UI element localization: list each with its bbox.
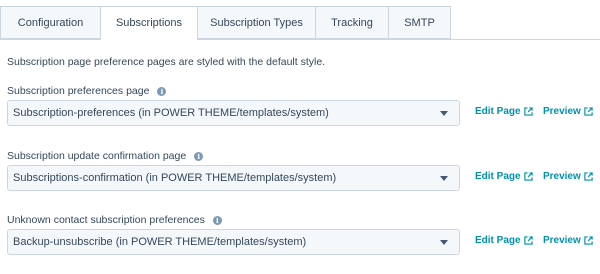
field-label-text: Subscription update confirmation page (7, 150, 187, 162)
external-link-icon (523, 236, 533, 245)
edit-page-link[interactable]: Edit Page (475, 106, 533, 117)
field-label: Subscription update confirmation page i (7, 150, 204, 162)
field-subscription-update-confirmation: Subscription update confirmation page i … (7, 150, 600, 210)
preview-label: Preview (543, 106, 581, 117)
field-label: Subscription preferences page i (7, 85, 167, 97)
external-link-icon (584, 236, 593, 245)
external-link-icon (523, 107, 533, 116)
external-link-icon (584, 172, 593, 181)
caret-down-icon (440, 239, 448, 245)
tab-subscription-types[interactable]: Subscription Types (197, 6, 316, 39)
settings-tabs: Configuration Subscriptions Subscription… (0, 6, 451, 40)
info-icon[interactable]: i (157, 86, 167, 96)
select-value: Subscriptions-confirmation (in POWER THE… (13, 172, 337, 184)
subscription-preferences-select[interactable]: Subscription-preferences (in POWER THEME… (7, 100, 460, 126)
external-link-icon (584, 107, 593, 116)
preview-link[interactable]: Preview (543, 171, 593, 182)
preview-label: Preview (543, 171, 581, 182)
unknown-contact-select[interactable]: Backup-unsubscribe (in POWER THEME/templ… (7, 229, 460, 255)
preview-link[interactable]: Preview (543, 235, 593, 246)
external-link-icon (523, 172, 533, 181)
tab-label: Subscription Types (210, 16, 303, 29)
field-label-text: Subscription preferences page (7, 85, 150, 97)
tab-label: Configuration (17, 16, 84, 29)
edit-page-label: Edit Page (475, 106, 521, 117)
tab-configuration[interactable]: Configuration (0, 6, 101, 39)
tab-subscriptions[interactable]: Subscriptions (100, 6, 198, 40)
tab-divider (0, 39, 600, 40)
field-label-text: Unknown contact subscription preferences (7, 214, 205, 226)
select-value: Backup-unsubscribe (in POWER THEME/templ… (13, 236, 307, 248)
info-icon[interactable]: i (194, 151, 204, 161)
select-value: Subscription-preferences (in POWER THEME… (13, 107, 329, 119)
edit-page-link[interactable]: Edit Page (475, 235, 533, 246)
tab-smtp[interactable]: SMTP (388, 6, 451, 39)
edit-page-label: Edit Page (475, 171, 521, 182)
tab-label: SMTP (404, 16, 435, 29)
edit-page-link[interactable]: Edit Page (475, 171, 533, 182)
tab-label: Tracking (331, 16, 373, 29)
preview-label: Preview (543, 235, 581, 246)
intro-text: Subscription page preference pages are s… (7, 56, 326, 68)
subscription-confirmation-select[interactable]: Subscriptions-confirmation (in POWER THE… (7, 165, 460, 191)
tab-tracking[interactable]: Tracking (315, 6, 389, 39)
preview-link[interactable]: Preview (543, 106, 593, 117)
edit-page-label: Edit Page (475, 235, 521, 246)
caret-down-icon (440, 110, 448, 116)
field-label: Unknown contact subscription preferences… (7, 214, 222, 226)
field-subscription-preferences: Subscription preferences page i Subscrip… (7, 85, 600, 145)
caret-down-icon (440, 175, 448, 181)
info-icon[interactable]: i (212, 215, 222, 225)
field-unknown-contact-preferences: Unknown contact subscription preferences… (7, 214, 600, 274)
tab-label: Subscriptions (115, 17, 183, 29)
